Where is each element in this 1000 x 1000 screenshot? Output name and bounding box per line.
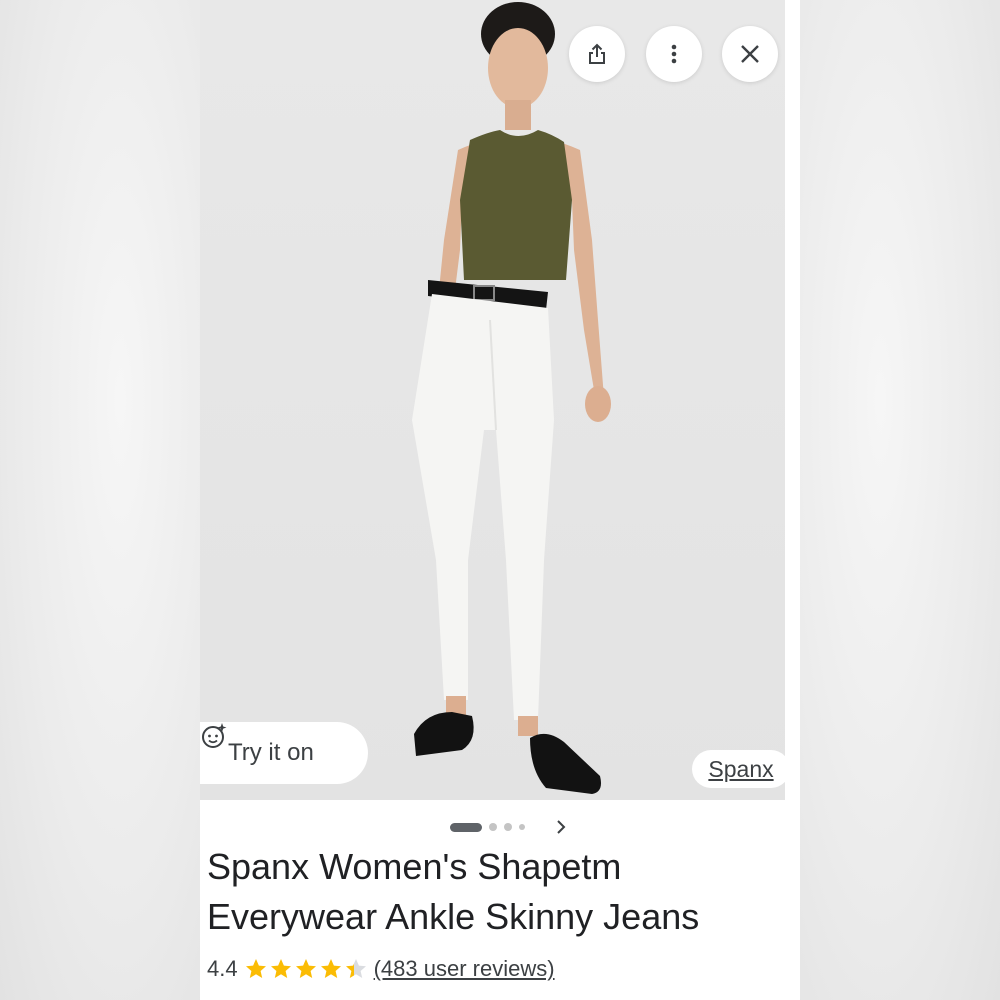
star-icon	[270, 959, 291, 978]
next-image-button[interactable]	[554, 819, 568, 835]
rating-row: 4.4 (483 user reviews)	[207, 952, 555, 986]
pager-dot[interactable]	[489, 823, 497, 831]
reviews-link[interactable]: (483 user reviews)	[374, 956, 555, 982]
try-it-on-label: Try it on	[228, 739, 314, 766]
share-icon	[589, 43, 605, 64]
brand-source-label: Spanx	[708, 755, 774, 782]
pager-dot[interactable]	[519, 824, 525, 830]
product-title-line1: Spanx Women's Shapetm	[207, 846, 622, 887]
brand-source-link[interactable]: Spanx	[692, 750, 785, 788]
star-rating	[244, 957, 368, 981]
product-title-line2: Everywear Ankle Skinny Jeans	[207, 896, 700, 937]
product-title: Spanx Women's Shapetm Everywear Ankle Sk…	[207, 842, 792, 942]
rating-value: 4.4	[207, 956, 238, 981]
more-vertical-icon	[671, 44, 677, 64]
model-illustration	[200, 0, 785, 800]
pager-dot[interactable]	[504, 823, 512, 831]
share-button[interactable]	[569, 26, 625, 82]
pager-dot-active[interactable]	[450, 822, 482, 832]
product-image[interactable]: Try it on Spanx	[200, 0, 785, 800]
close-button[interactable]	[722, 26, 778, 82]
star-icon	[320, 959, 341, 978]
more-options-button[interactable]	[646, 26, 702, 82]
chevron-right-icon	[557, 820, 566, 834]
product-card: Try it on Spanx Spanx Women's Shapetm Ev…	[200, 0, 800, 1000]
image-pager[interactable]	[450, 818, 568, 836]
star-icon	[295, 959, 316, 978]
sparkle-face-icon	[202, 723, 227, 748]
background-left	[0, 0, 200, 1000]
background-right	[800, 0, 1000, 1000]
close-icon	[741, 45, 759, 63]
try-it-on-button[interactable]: Try it on	[200, 722, 368, 784]
star-icon	[345, 959, 366, 978]
star-icon	[245, 959, 266, 978]
